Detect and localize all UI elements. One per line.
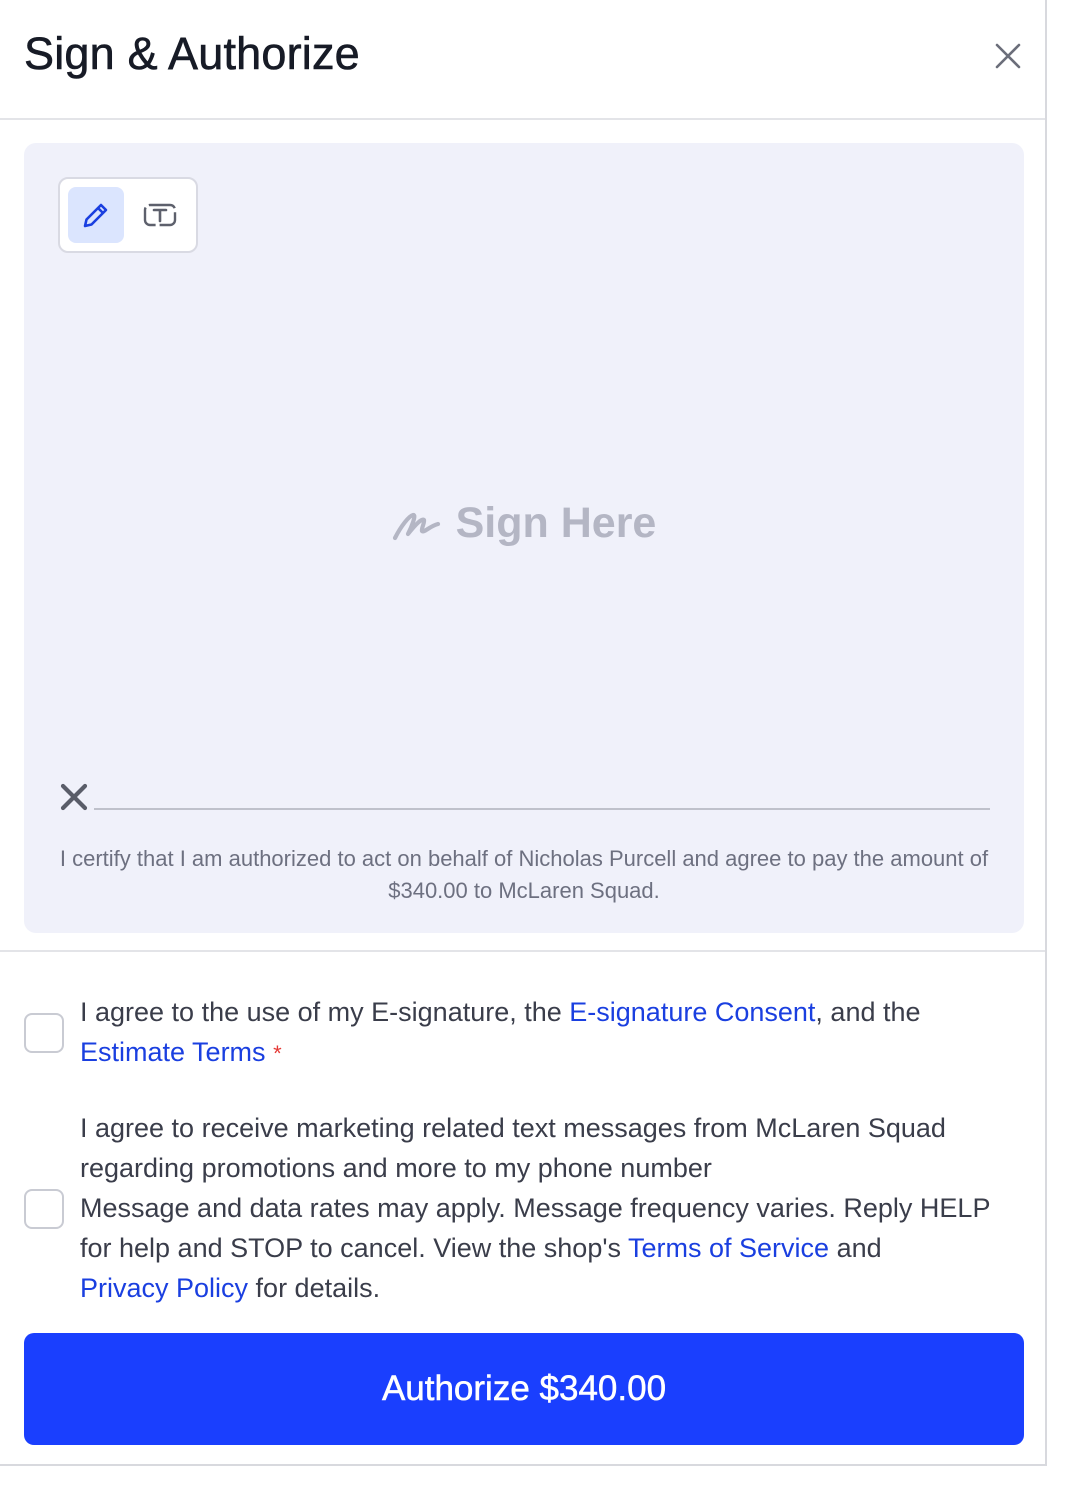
authorize-button[interactable]: Authorize $340.00 — [24, 1333, 1024, 1445]
sign-here-placeholder: Sign Here — [24, 499, 1024, 548]
marketing-consent-line1: I agree to receive marketing related tex… — [80, 1113, 946, 1183]
esignature-consent-label: I agree to the use of my E-signature, th… — [80, 992, 1020, 1074]
marketing-consent-label: I agree to receive marketing related tex… — [80, 1108, 1020, 1308]
text-box-icon — [143, 203, 177, 227]
esign-consent-middle: , and the — [815, 997, 921, 1027]
signature-mode-toggle — [58, 177, 198, 253]
privacy-policy-link[interactable]: Privacy Policy — [80, 1273, 248, 1303]
terms-of-service-link[interactable]: Terms of Service — [628, 1233, 829, 1263]
modal-header: Sign & Authorize — [0, 0, 1045, 120]
marketing-consent-checkbox[interactable] — [24, 1189, 64, 1229]
signature-icon — [392, 512, 440, 540]
marketing-consent-and: and — [829, 1233, 882, 1263]
marketing-consent-suffix: for details. — [248, 1273, 381, 1303]
modal-title: Sign & Authorize — [24, 28, 360, 80]
signature-x-mark-icon — [60, 783, 88, 811]
esign-consent-prefix: I agree to the use of my E-signature, th… — [80, 997, 570, 1027]
esignature-consent-link[interactable]: E-signature Consent — [569, 997, 815, 1027]
close-button[interactable] — [988, 36, 1028, 76]
esignature-consent-checkbox[interactable] — [24, 1013, 64, 1053]
close-icon — [995, 43, 1021, 69]
draw-mode-button[interactable] — [68, 187, 124, 243]
certification-text: I certify that I am authorized to act on… — [59, 846, 989, 903]
type-mode-button[interactable] — [132, 187, 188, 243]
sign-here-text: Sign Here — [455, 499, 657, 547]
signature-pad[interactable]: Sign Here I certify that I am authorized… — [24, 143, 1024, 933]
pencil-icon — [83, 203, 108, 228]
sign-authorize-modal: Sign & Authorize Sign Here I certify tha… — [0, 0, 1047, 1466]
signature-line — [94, 808, 990, 810]
required-mark: * — [273, 1041, 282, 1066]
estimate-terms-link[interactable]: Estimate Terms — [80, 1037, 266, 1067]
section-divider — [0, 950, 1045, 952]
